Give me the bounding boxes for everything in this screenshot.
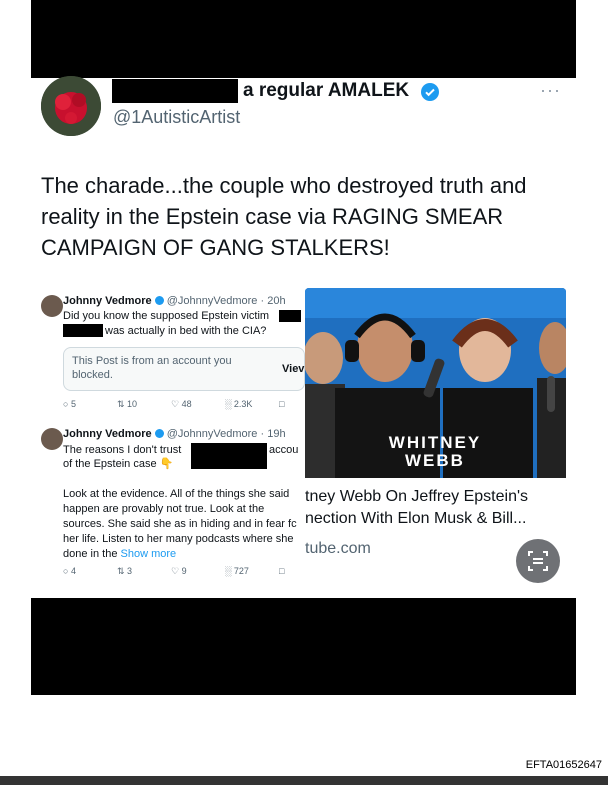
reply-avatar[interactable] bbox=[41, 428, 63, 450]
retweet-icon[interactable]: ⇅ 10 bbox=[117, 399, 137, 410]
redacted-name bbox=[279, 310, 301, 322]
link-card-title[interactable]: tney Webb On Jeffrey Epstein's nection W… bbox=[305, 486, 567, 530]
bottom-bar bbox=[0, 776, 608, 785]
reply-paragraph: Look at the evidence. All of the things … bbox=[63, 488, 297, 560]
document-id: EFTA01652647 bbox=[525, 759, 602, 771]
reply-handle-time: @JohnnyVedmore · 20h bbox=[166, 295, 286, 307]
reply-text-line: Did you know the supposed Epstein victim bbox=[63, 310, 270, 322]
reply-icon[interactable]: ○ 5 bbox=[63, 399, 76, 409]
pointing-down-emoji: 👇 bbox=[159, 458, 174, 470]
view-button[interactable]: Viev bbox=[282, 362, 304, 376]
lens-scan-icon[interactable] bbox=[516, 539, 560, 583]
reply-text-line: was actually in bed with the CIA? bbox=[105, 325, 267, 337]
embedded-screenshot: Johnny Vedmore @JohnnyVedmore · 20h Did … bbox=[41, 287, 305, 581]
reply-avatar[interactable] bbox=[41, 295, 63, 317]
reply-author[interactable]: Johnny Vedmore @JohnnyVedmore · 19h bbox=[63, 428, 286, 440]
blocked-post-text: This Post is from an account you blocked… bbox=[72, 355, 232, 381]
like-icon[interactable]: ♡ 48 bbox=[171, 399, 192, 410]
redacted-name bbox=[63, 324, 103, 337]
reply-actions: ○ 4 ⇅ 3 ♡ 9 ░ 727 □ bbox=[63, 566, 303, 578]
display-name[interactable]: a regular AMALEK bbox=[243, 80, 409, 102]
reply-text-tail: accou bbox=[269, 444, 299, 456]
retweet-icon[interactable]: ⇅ 3 bbox=[117, 566, 132, 577]
reply-text-line: of the Epstein case 👇 bbox=[63, 458, 174, 470]
user-handle[interactable]: @1AutisticArtist bbox=[113, 107, 240, 128]
redaction-bottom bbox=[31, 598, 576, 695]
views-icon[interactable]: ░ 727 bbox=[225, 566, 249, 576]
reply-actions: ○ 5 ⇅ 10 ♡ 48 ░ 2.3K □ bbox=[63, 399, 303, 411]
verified-badge-icon bbox=[421, 83, 439, 101]
bookmark-icon[interactable]: □ bbox=[279, 399, 284, 409]
video-overlay-title: WHITNEY WEBB bbox=[388, 433, 482, 470]
bookmark-icon[interactable]: □ bbox=[279, 566, 284, 576]
tweet-text: The charade...the couple who destroyed t… bbox=[41, 173, 527, 260]
reply-handle-time: @JohnnyVedmore · 19h bbox=[166, 428, 286, 440]
redacted-name bbox=[112, 79, 238, 103]
verified-badge-icon bbox=[154, 429, 164, 438]
redaction-top bbox=[31, 0, 576, 78]
reply-author[interactable]: Johnny Vedmore @JohnnyVedmore · 20h bbox=[63, 295, 286, 307]
show-more-link[interactable]: Show more bbox=[121, 548, 177, 560]
video-thumbnail[interactable]: WHITNEY WEBB bbox=[305, 288, 566, 478]
like-icon[interactable]: ♡ 9 bbox=[171, 566, 187, 577]
redacted-name bbox=[191, 443, 267, 469]
verified-badge-icon bbox=[154, 296, 164, 305]
blocked-post-card: This Post is from an account you blocked… bbox=[63, 347, 305, 391]
views-icon[interactable]: ░ 2.3K bbox=[225, 399, 252, 409]
reply-icon[interactable]: ○ 4 bbox=[63, 566, 76, 576]
avatar[interactable] bbox=[41, 76, 101, 136]
reply-text-line: The reasons I don't trust bbox=[63, 444, 182, 456]
more-options-button[interactable]: ··· bbox=[540, 80, 561, 101]
link-card-domain[interactable]: tube.com bbox=[305, 540, 371, 558]
